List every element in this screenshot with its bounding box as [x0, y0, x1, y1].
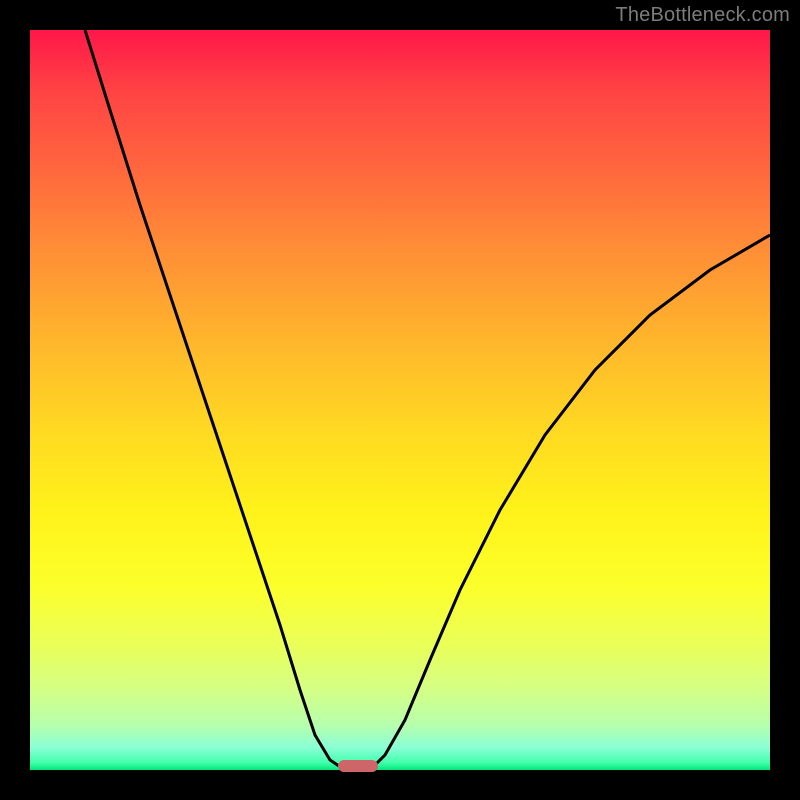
curve-left-branch [85, 30, 342, 768]
minimum-marker [338, 760, 378, 772]
watermark-text: TheBottleneck.com [615, 4, 790, 27]
chart-frame: TheBottleneck.com [0, 0, 800, 800]
curve-right-branch [372, 235, 770, 768]
bottleneck-curve [30, 30, 770, 770]
